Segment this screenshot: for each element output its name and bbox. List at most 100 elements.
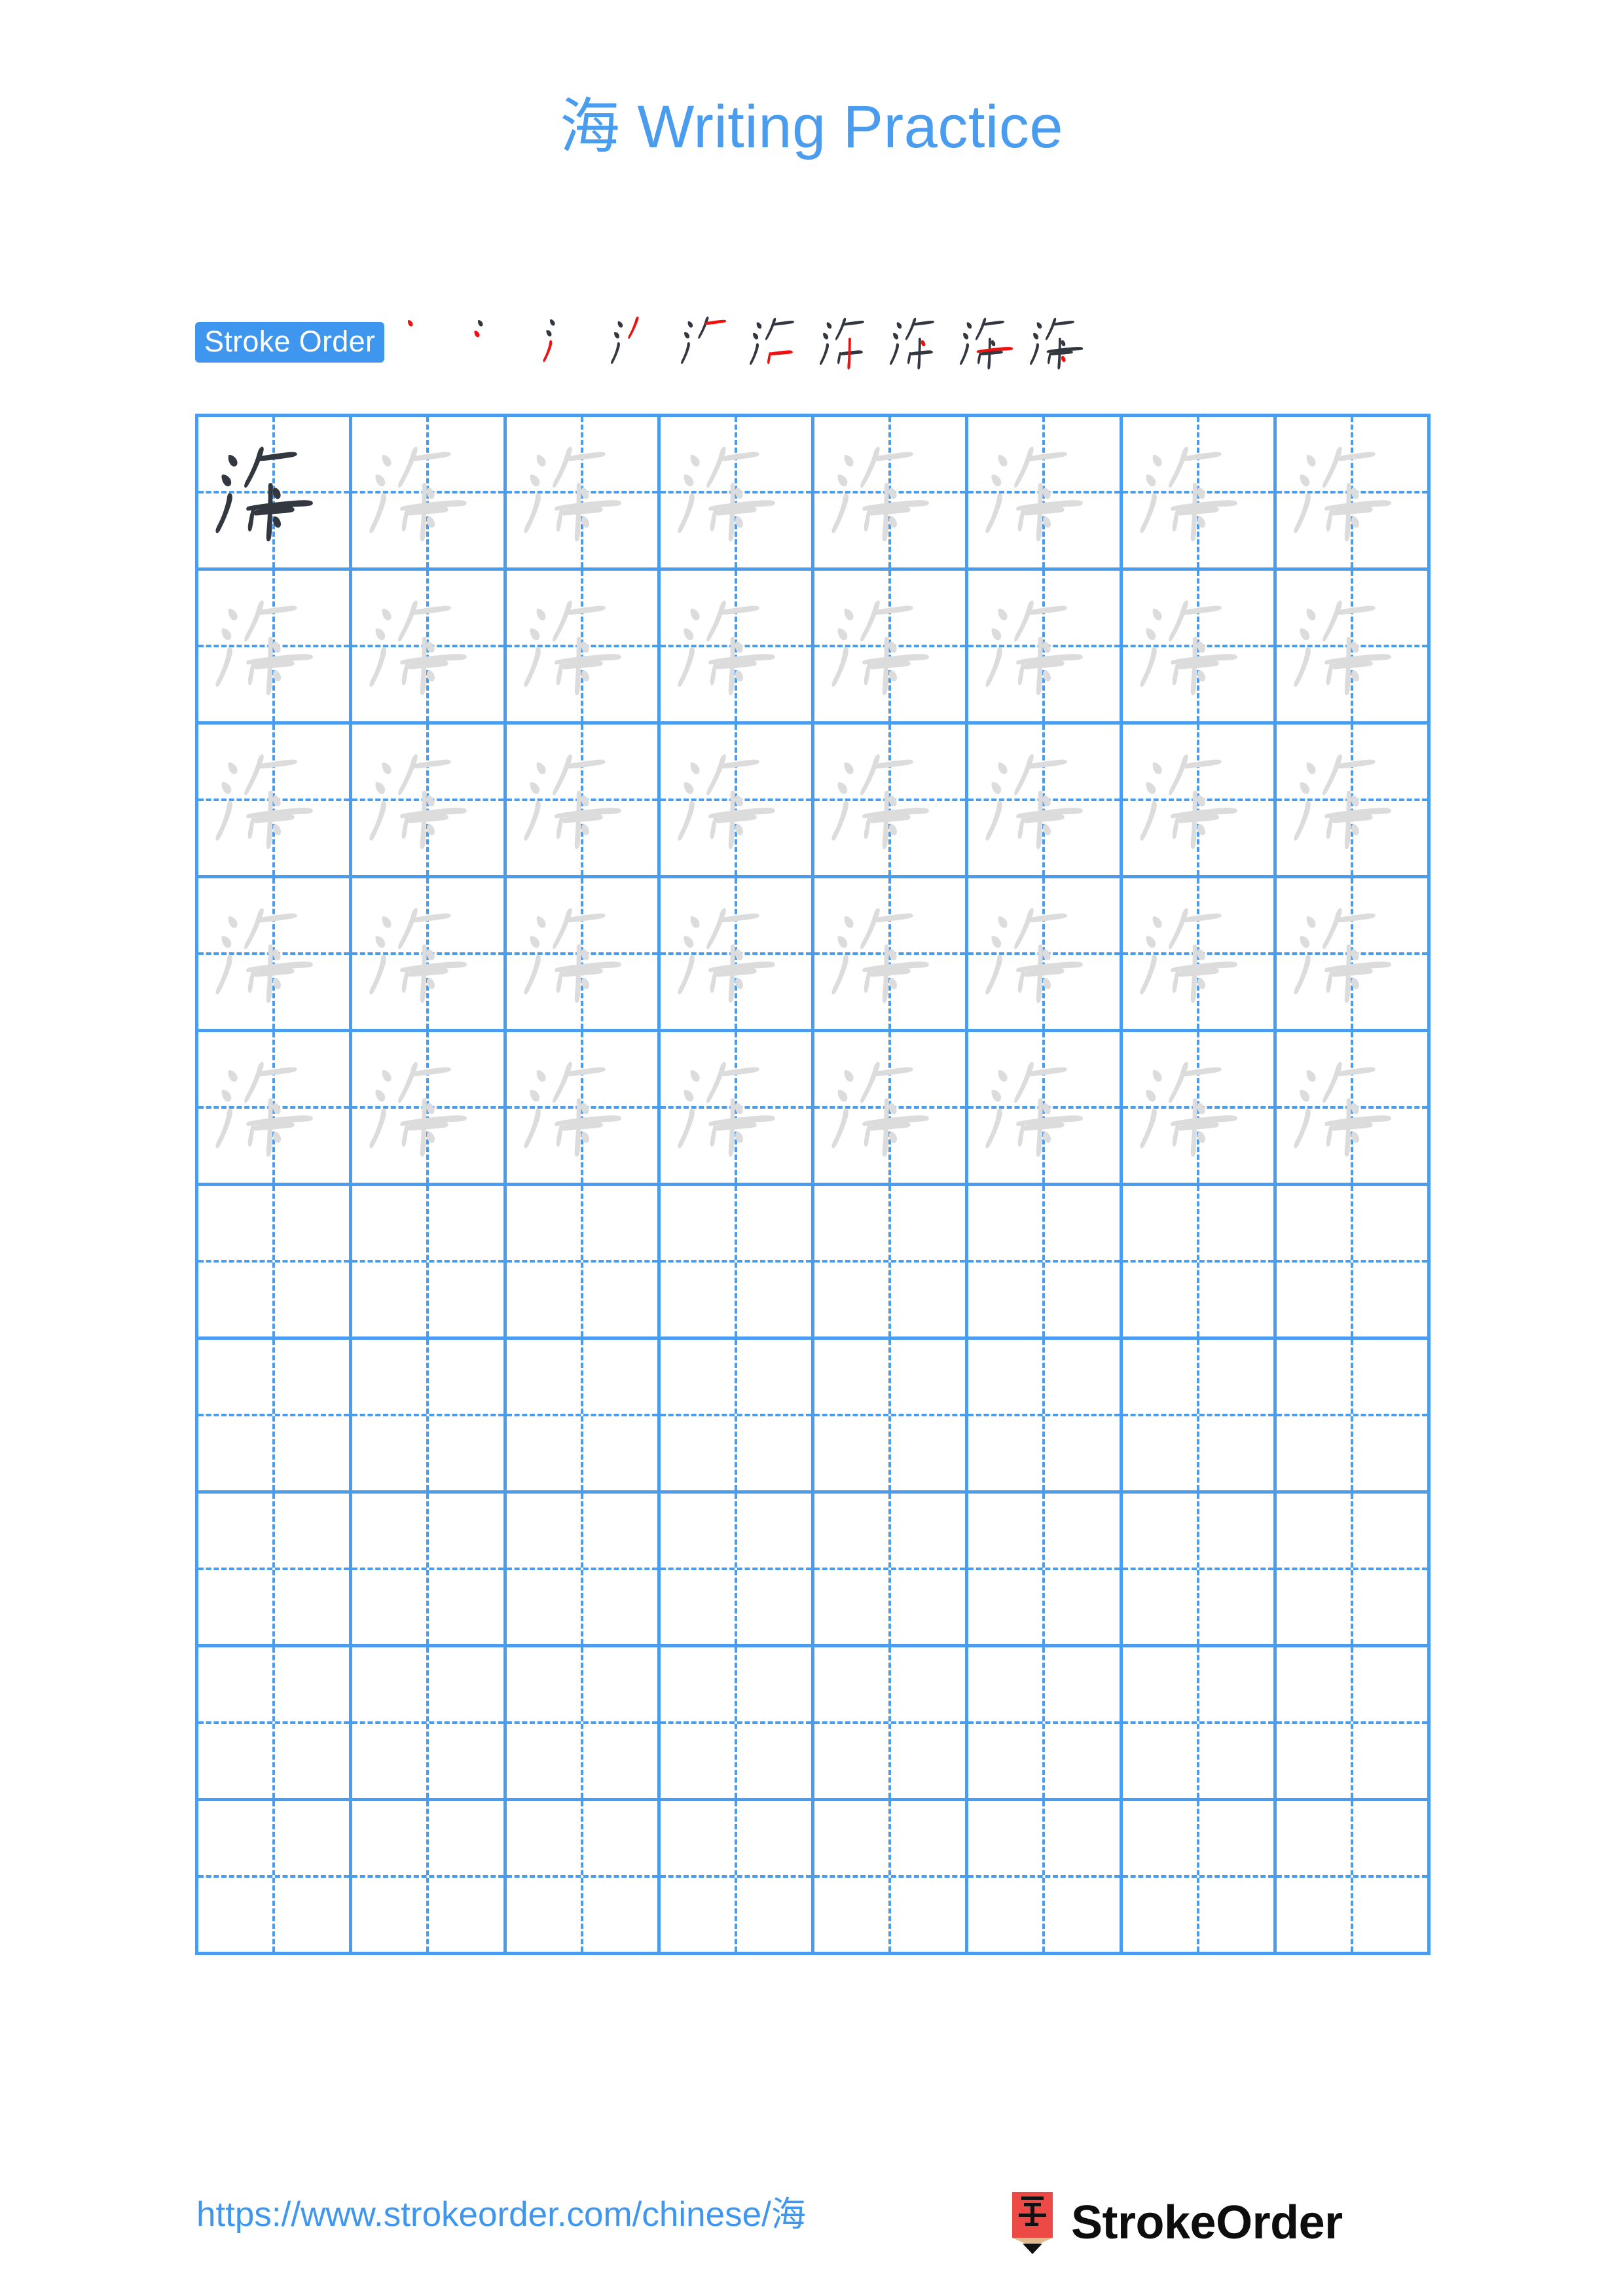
practice-cell[interactable]: [506, 1494, 661, 1647]
practice-cell[interactable]: [1276, 725, 1431, 878]
practice-cell[interactable]: [1276, 878, 1431, 1032]
practice-cell[interactable]: [968, 1647, 1123, 1801]
practice-cell[interactable]: [1122, 1032, 1277, 1186]
practice-cell[interactable]: [1122, 878, 1277, 1032]
practice-cell[interactable]: [198, 1186, 353, 1340]
practice-cell[interactable]: [1276, 571, 1431, 725]
practice-cell[interactable]: [968, 878, 1123, 1032]
practice-cell[interactable]: [660, 571, 814, 725]
practice-cell[interactable]: [660, 878, 814, 1032]
practice-cell[interactable]: [198, 571, 353, 725]
practice-cell[interactable]: [814, 1340, 969, 1494]
practice-cell[interactable]: [968, 1801, 1123, 1955]
practice-cell[interactable]: [660, 1494, 814, 1647]
practice-cell[interactable]: [968, 1340, 1123, 1494]
practice-cell[interactable]: [1276, 1494, 1431, 1647]
practice-cell[interactable]: [660, 1647, 814, 1801]
practice-cell[interactable]: [506, 1647, 661, 1801]
practice-cell[interactable]: [814, 571, 969, 725]
practice-cell[interactable]: [198, 1801, 353, 1955]
practice-cell[interactable]: [506, 1801, 661, 1955]
stroke-step-5: [676, 308, 746, 378]
practice-cell[interactable]: [352, 1494, 507, 1647]
practice-cell[interactable]: [660, 1340, 814, 1494]
practice-cell[interactable]: [1122, 1647, 1277, 1801]
practice-cell[interactable]: [814, 878, 969, 1032]
practice-cell[interactable]: [1276, 1032, 1431, 1186]
practice-cell[interactable]: [660, 1186, 814, 1340]
practice-cell[interactable]: [968, 1494, 1123, 1647]
practice-cell[interactable]: [352, 1032, 507, 1186]
practice-cell[interactable]: [198, 417, 353, 571]
brand-name-text: StrokeOrder: [1071, 2197, 1343, 2249]
stroke-step-8: [886, 308, 957, 378]
practice-cell[interactable]: [506, 1340, 661, 1494]
stroke-step-4: [606, 308, 676, 378]
practice-cell[interactable]: [352, 1647, 507, 1801]
practice-cell[interactable]: [1122, 571, 1277, 725]
practice-cell[interactable]: [506, 1032, 661, 1186]
practice-cell[interactable]: [1122, 725, 1277, 878]
footer-url-prefix: https://www.strokeorder.com/chinese/: [196, 2195, 771, 2234]
practice-cell[interactable]: [814, 1647, 969, 1801]
trace-character: [968, 1032, 1119, 1183]
practice-cell[interactable]: [660, 725, 814, 878]
practice-cell[interactable]: [506, 878, 661, 1032]
trace-character: [814, 417, 965, 567]
practice-cell[interactable]: [660, 1032, 814, 1186]
trace-character: [1123, 417, 1273, 567]
practice-cell[interactable]: [660, 417, 814, 571]
practice-cell[interactable]: [1122, 1186, 1277, 1340]
pencil-zi-icon: [1008, 2190, 1057, 2255]
practice-cell[interactable]: [352, 1340, 507, 1494]
trace-character: [1123, 571, 1273, 721]
trace-character: [968, 878, 1119, 1029]
practice-cell[interactable]: [352, 417, 507, 571]
practice-cell[interactable]: [814, 1801, 969, 1955]
practice-cell[interactable]: [352, 571, 507, 725]
practice-cell[interactable]: [198, 878, 353, 1032]
practice-cell[interactable]: [506, 725, 661, 878]
practice-cell[interactable]: [352, 1186, 507, 1340]
practice-cell[interactable]: [814, 1494, 969, 1647]
practice-cell[interactable]: [1276, 1340, 1431, 1494]
practice-cell[interactable]: [198, 1494, 353, 1647]
practice-cell[interactable]: [968, 571, 1123, 725]
practice-cell[interactable]: [198, 1340, 353, 1494]
practice-cell[interactable]: [814, 725, 969, 878]
practice-cell[interactable]: [506, 417, 661, 571]
trace-character: [198, 725, 349, 875]
practice-cell[interactable]: [198, 1032, 353, 1186]
practice-cell[interactable]: [506, 571, 661, 725]
practice-cell[interactable]: [814, 417, 969, 571]
practice-cell[interactable]: [968, 1032, 1123, 1186]
practice-cell[interactable]: [660, 1801, 814, 1955]
practice-cell[interactable]: [1122, 1340, 1277, 1494]
practice-cell[interactable]: [198, 725, 353, 878]
trace-character: [968, 725, 1119, 875]
brand-logo[interactable]: StrokeOrder: [1008, 2190, 1343, 2255]
practice-cell[interactable]: [968, 1186, 1123, 1340]
practice-cell[interactable]: [1276, 417, 1431, 571]
practice-cell[interactable]: [352, 878, 507, 1032]
practice-cell[interactable]: [1122, 1801, 1277, 1955]
practice-cell[interactable]: [1122, 417, 1277, 571]
practice-cell[interactable]: [1276, 1186, 1431, 1340]
practice-cell[interactable]: [352, 725, 507, 878]
trace-character: [661, 725, 811, 875]
practice-cell[interactable]: [352, 1801, 507, 1955]
stroke-step-1: [396, 308, 466, 378]
practice-cell[interactable]: [1276, 1647, 1431, 1801]
footer-url-link[interactable]: https://www.strokeorder.com/chinese/海: [196, 2194, 806, 2236]
practice-cell[interactable]: [968, 417, 1123, 571]
trace-character: [507, 1032, 657, 1183]
practice-cell[interactable]: [814, 1186, 969, 1340]
stroke-order-badge: Stroke Order: [195, 322, 385, 363]
practice-cell[interactable]: [506, 1186, 661, 1340]
practice-cell[interactable]: [1122, 1494, 1277, 1647]
page-title-character: 海: [559, 92, 621, 162]
practice-cell[interactable]: [198, 1647, 353, 1801]
practice-cell[interactable]: [968, 725, 1123, 878]
practice-cell[interactable]: [814, 1032, 969, 1186]
practice-cell[interactable]: [1276, 1801, 1431, 1955]
